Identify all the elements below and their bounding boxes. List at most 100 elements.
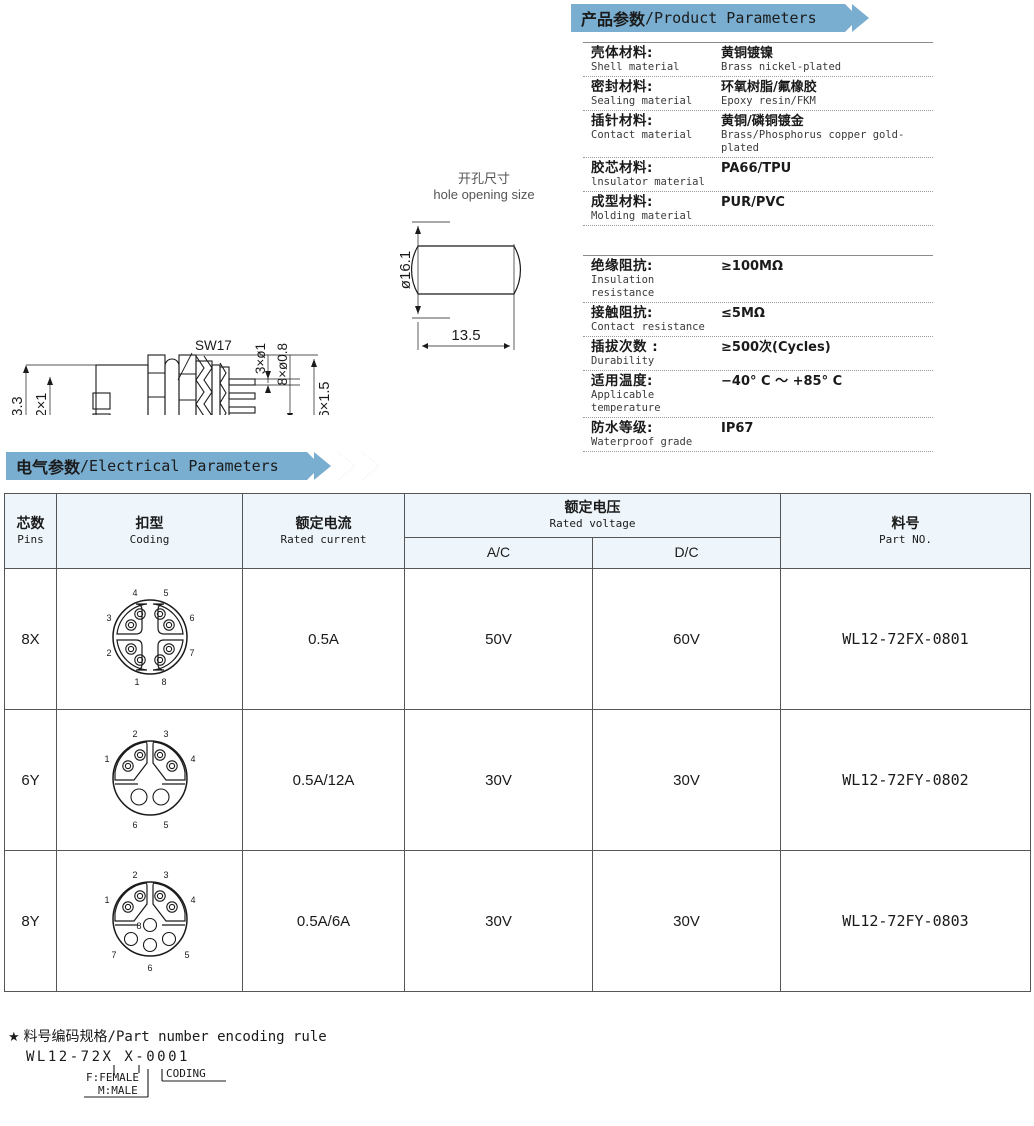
pin-label: 4 [132, 588, 137, 598]
pin-label: 4 [190, 895, 195, 905]
pin-label: 1 [104, 895, 109, 905]
electrical-property-label-en: Insulation resistance [591, 274, 655, 299]
product-parameter-value-cn: 环氧树脂/氟橡胶 [721, 80, 817, 95]
cell-voltage-ac: 30V [404, 850, 593, 992]
product-parameters-title-en: Product Parameters [654, 9, 817, 27]
column-header-coding-cn: 扣型 [135, 515, 164, 532]
product-parameter-label-cn: 壳体材料: [591, 45, 653, 61]
encoding-rule-title-sep: / [107, 1029, 116, 1045]
chevron-right-icon [361, 452, 379, 480]
dim-pin-3x-d1: 3×ø1 [253, 343, 268, 374]
cell-voltage-dc: 30V [592, 709, 781, 851]
electrical-properties-list: 绝缘阻抗: Insulation resistance ≥100MΩ 接触阻抗:… [583, 255, 933, 452]
electrical-property-label-cn: 绝缘阻抗: [591, 258, 653, 274]
hole-opening-title-cn: 开孔尺寸 [457, 172, 510, 187]
table-row: 6Y 1 2 3 4 5 6 0.5A/12A 30V 30V WL12-72F… [4, 709, 1031, 851]
electrical-parameters-title-cn: 电气参数 [16, 458, 81, 477]
product-parameter-label: 胶芯材料: lnsulator material [591, 161, 721, 189]
pin-label: 2 [132, 870, 137, 880]
star-icon: ★ [8, 1029, 20, 1044]
electrical-property-value-text: −40° C ～ +85° C [721, 374, 843, 389]
part-number-encoding-rule: ★ 料号编码规格/Part number encoding rule WL12-… [8, 1026, 428, 1126]
electrical-property-label-cn: 适用温度: [591, 373, 653, 389]
hole-opening-drawing: ø16.1 13.5 [397, 221, 521, 350]
product-parameter-row: 壳体材料: Shell material 黄铜镀镍 Brass nickel-p… [583, 42, 933, 76]
chevron-right-icon [313, 452, 331, 480]
connector-side-view-drawing: SW17 ø13.3 M12×1 9.1 21.1 6 3×ø1 8×ø0.8 … [10, 338, 333, 415]
dim-thread-m16: M16×1.5 [317, 382, 333, 415]
column-header-rated-voltage-en: Rated voltage [549, 517, 636, 530]
encoding-rule-leaders: F:FEMALE M:MALE CODING [84, 1065, 226, 1098]
product-parameter-label-en: Contact material [591, 129, 693, 141]
pin-label: 3 [163, 870, 168, 880]
cell-part-no: WL12-72FY-0803 [780, 850, 1031, 992]
column-header-part-no: 料号 Part NO. [780, 493, 1031, 569]
electrical-property-label: 插拔次数 : Durability [583, 340, 721, 368]
product-parameter-label: 成型材料: Molding material [591, 195, 721, 223]
table-row: 8X 1 2 3 4 5 6 7 8 0.5A 50V 60V WL12-72F… [4, 568, 1031, 710]
electrical-property-row: 绝缘阻抗: Insulation resistance ≥100MΩ [583, 255, 933, 302]
coding-diagram-8y: 1 2 3 4 5 6 7 8 [104, 870, 195, 973]
product-parameters-list: 壳体材料: Shell material 黄铜镀镍 Brass nickel-p… [583, 42, 933, 226]
cell-coding: 1 2 3 4 5 6 7 8 [56, 568, 243, 710]
dim-thread-m12: M12×1 [34, 393, 50, 415]
dim-hole-diameter: ø16.1 [397, 251, 414, 289]
table-header-row: 芯数 Pins 扣型 Coding 额定电流 Rated current 额定电… [4, 493, 1031, 569]
electrical-property-value: ≤5MΩ [721, 306, 933, 334]
product-parameter-label-cn: 插针材料: [591, 113, 653, 129]
pin-label: 8 [136, 921, 141, 931]
dim-pin-8x-d08: 8×ø0.8 [275, 343, 290, 385]
column-header-rated-voltage-cn: 额定电压 [564, 500, 621, 516]
encoding-rule-title: ★ 料号编码规格/Part number encoding rule [8, 1026, 428, 1047]
pin-label: 6 [147, 963, 152, 973]
cell-coding: 1 2 3 4 5 6 7 8 [56, 850, 243, 992]
column-header-rated-current-cn: 额定电流 [295, 515, 352, 532]
electrical-parameters-banner: 电气参数 / Electrical Parameters [6, 452, 379, 480]
product-parameter-label-en: Molding material [591, 210, 693, 222]
product-parameter-value-cn: PUR/PVC [721, 195, 785, 210]
hole-opening-title: 开孔尺寸 hole opening size [404, 172, 564, 202]
pin-label: 7 [189, 648, 194, 658]
product-parameters-banner: 产品参数 / Product Parameters [571, 4, 869, 32]
column-header-voltage-dc: D/C [592, 537, 781, 569]
table-row: 8Y 1 2 3 4 5 6 7 8 0.5A/6A 30V 30V WL12-… [4, 850, 1031, 992]
product-parameter-value-en: Brass/Phosphorus copper gold-plated [721, 129, 905, 154]
encoding-rule-title-cn: 料号编码规格 [23, 1029, 108, 1045]
electrical-property-label-en: Durability [591, 355, 655, 367]
pin-label: 2 [132, 729, 137, 739]
electrical-property-row: 适用温度: Applicable temperature −40° C ～ +8… [583, 370, 933, 417]
cell-rated-current: 0.5A/6A [242, 850, 405, 992]
cell-rated-current: 0.5A [242, 568, 405, 710]
electrical-property-label-en: Contact resistance [591, 321, 705, 333]
product-parameter-label-en: Sealing material [591, 95, 693, 107]
hole-opening-title-en: hole opening size [433, 187, 535, 202]
column-header-rated-voltage: 额定电压 Rated voltage [404, 493, 781, 538]
product-parameter-label: 插针材料: Contact material [591, 114, 721, 155]
cell-pins: 8Y [4, 850, 57, 992]
encoding-label-coding: CODING [166, 1067, 206, 1080]
electrical-parameters-banner-bar: 电气参数 / Electrical Parameters [6, 452, 321, 480]
encoding-rule-title-en: Part number encoding rule [115, 1029, 327, 1045]
pin-label: 6 [189, 613, 194, 623]
electrical-property-row: 接触阻抗: Contact resistance ≤5MΩ [583, 302, 933, 336]
cell-voltage-dc: 60V [592, 568, 781, 710]
column-header-pins-en: Pins [17, 532, 44, 546]
column-header-coding: 扣型 Coding [56, 493, 243, 569]
pin-label: 2 [106, 648, 111, 658]
column-header-coding-en: Coding [129, 532, 170, 546]
chevron-right-icon [851, 4, 869, 32]
sw17-callout: SW17 [195, 338, 232, 353]
electrical-property-label: 防水等级: Waterproof grade [583, 421, 721, 449]
product-parameter-value: 黄铜镀镍 Brass nickel-plated [721, 46, 933, 74]
electrical-property-label: 接触阻抗: Contact resistance [583, 306, 721, 334]
electrical-property-row: 防水等级: Waterproof grade IP67 [583, 417, 933, 451]
product-parameter-value-cn: 黄铜镀镍 [721, 46, 774, 61]
product-parameter-label: 密封材料: Sealing material [591, 80, 721, 108]
encoding-rule-code: WL12-72X X-0001 [26, 1049, 190, 1065]
cell-rated-current: 0.5A/12A [242, 709, 405, 851]
column-header-part-no-cn: 料号 [891, 515, 920, 532]
column-header-rated-current-en: Rated current [280, 532, 367, 546]
coding-diagram-8x: 1 2 3 4 5 6 7 8 [106, 588, 194, 687]
electrical-property-value: −40° C ～ +85° C [721, 374, 933, 415]
cell-pins: 6Y [4, 709, 57, 851]
